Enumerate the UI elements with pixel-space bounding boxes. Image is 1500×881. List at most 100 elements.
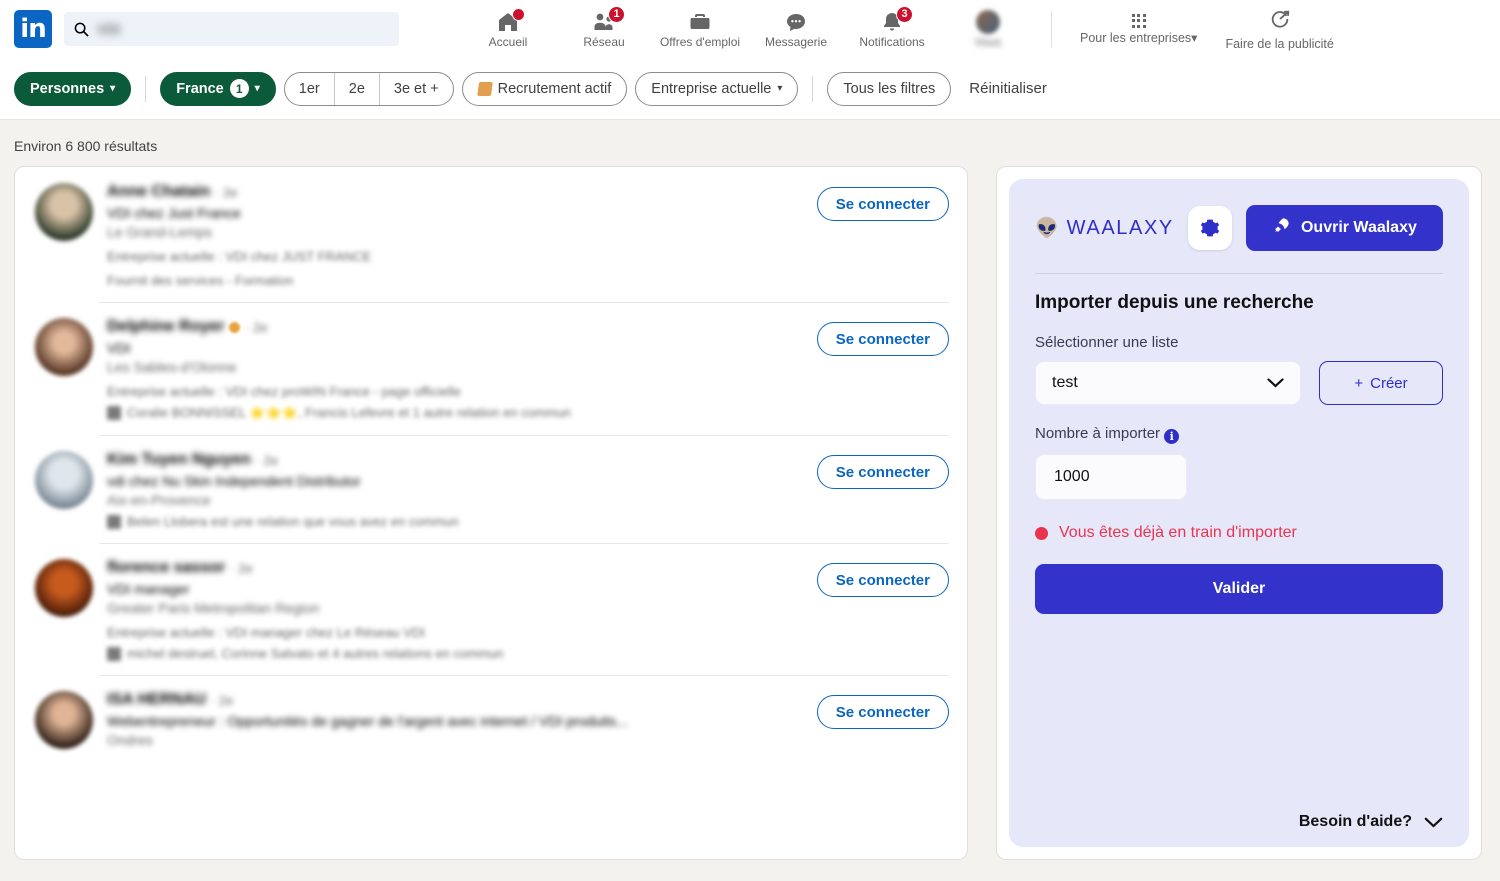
result-title: VDI [107, 340, 131, 356]
result-extra: Fournit des services - Formation [107, 273, 294, 288]
connect-button[interactable]: Se connecter [816, 695, 949, 729]
chevron-down-icon [1267, 378, 1284, 388]
nav-label-notifications: Notifications [859, 34, 925, 49]
result-location: Aix-en-Provence [107, 492, 211, 508]
result-title: vdi chez Nu Skin Independent Distributor [107, 473, 361, 489]
advertise-label: Faire de la publicité [1225, 36, 1334, 51]
avatar[interactable] [35, 451, 93, 509]
result-name[interactable]: Anne Chatain [107, 183, 210, 201]
create-list-label: Créer [1370, 374, 1408, 392]
chevron-down-icon: ▾ [110, 82, 116, 94]
filter-france[interactable]: France 1 ▾ [160, 71, 276, 106]
waalaxy-separator [1035, 273, 1443, 274]
filter-degree-3e[interactable]: 3e et + [380, 73, 453, 105]
alien-icon: 👽 [1035, 217, 1059, 239]
nav-item-offres-emploi[interactable]: Offres d'emploi [653, 3, 747, 55]
connect-button[interactable]: Se connecter [816, 563, 949, 597]
result-title: VDI manager [107, 581, 190, 597]
result-location: Greater Paris Metropolitan Region [107, 600, 320, 616]
result-mutual-connections: Belen Llobera est une relation que vous … [107, 514, 803, 529]
validate-button[interactable]: Valider [1035, 564, 1443, 614]
create-list-button[interactable]: + Créer [1319, 361, 1443, 405]
search-results-list: Anne Chatain · 2e VDI chez Just France L… [14, 166, 968, 860]
filter-entreprise-actuelle[interactable]: Entreprise actuelle ▾ [635, 71, 799, 106]
result-current-company: Entreprise actuelle : VDI manager chez L… [107, 625, 425, 640]
nav-divider [1051, 11, 1052, 47]
import-count-text: Nombre à importer [1035, 425, 1161, 442]
result-name-line: Kim Tuyen Nguyen · 2e [107, 451, 803, 469]
filter-bar: Personnes ▾ France 1 ▾ 1er 2e 3e et + Re… [0, 58, 1500, 120]
nav-label-reseau: Réseau [583, 34, 625, 49]
filter-entreprise-label: Entreprise actuelle [651, 80, 772, 97]
filter-recrutement-actif[interactable]: Recrutement actif [461, 71, 628, 106]
list-select[interactable]: test [1035, 361, 1301, 405]
chevron-down-icon: ▾ [777, 82, 783, 94]
nav-item-notifications[interactable]: 3 Notifications [845, 3, 939, 55]
banner-icon [477, 82, 493, 96]
linkedin-logo[interactable]: in [14, 10, 52, 48]
nav-label-accueil: Accueil [488, 34, 528, 49]
result-name[interactable]: florence sassor [107, 559, 225, 577]
filter-tous-les-filtres[interactable]: Tous les filtres [827, 71, 952, 106]
result-item[interactable]: florence sassor · 2e VDI manager Greater… [15, 543, 967, 675]
search-input[interactable]: VDI [64, 12, 399, 46]
result-name[interactable]: Kim Tuyen Nguyen [107, 451, 251, 469]
list-selector-row: test + Créer [1035, 361, 1443, 405]
import-status-warning: Vous êtes déjà en train d'importer [1035, 524, 1443, 542]
nav-badge-reseau: 1 [608, 5, 625, 23]
results-count: Environ 6 800 résultats [14, 138, 158, 154]
result-title: Webentrepreneur : Opportunités de gagner… [107, 713, 628, 729]
result-name[interactable]: Delphine Royer [107, 318, 224, 336]
import-count-input[interactable]: 1000 [1035, 454, 1187, 500]
connect-button[interactable]: Se connecter [816, 322, 949, 356]
result-current-company: Entreprise actuelle : VDI chez JUST FRAN… [107, 249, 372, 264]
info-icon[interactable]: i [1164, 429, 1180, 444]
help-toggle[interactable]: Besoin d'aide? [1299, 813, 1443, 831]
nav-item-faire-de-la-publicite[interactable]: Faire de la publicité [1213, 3, 1345, 55]
import-count-value: 1000 [1054, 468, 1090, 485]
connect-button[interactable]: Se connecter [816, 455, 949, 489]
grid-icon [1131, 13, 1146, 28]
result-mutual-text: Belen Llobera est une relation que vous … [127, 514, 459, 529]
result-name-line: ISA HERNAU · 2e [107, 691, 803, 709]
result-name[interactable]: ISA HERNAU [107, 691, 206, 709]
result-degree: · 2e [245, 319, 268, 335]
nav-item-messagerie[interactable]: Messagerie [749, 3, 843, 55]
nav-item-accueil[interactable]: Accueil [461, 3, 555, 55]
settings-button[interactable] [1187, 206, 1232, 250]
nav-label-offres-emploi: Offres d'emploi [659, 34, 741, 49]
waalaxy-logo: 👽 WAALAXY [1035, 217, 1174, 240]
secondary-nav: Pour les entreprises▾ Faire de la public… [1068, 3, 1346, 55]
avatar[interactable] [35, 183, 93, 241]
avatar[interactable] [35, 559, 93, 617]
people-icon [107, 646, 121, 661]
result-body: Delphine Royer · 2e VDI Les Sables-d'Olo… [107, 318, 803, 421]
result-name-line: Delphine Royer · 2e [107, 318, 803, 336]
waalaxy-panel: 👽 WAALAXY Ouvrir Waalaxy Importer depuis… [1009, 179, 1469, 847]
filter-reinitialiser[interactable]: Réinitialiser [959, 80, 1057, 97]
business-text: Pour les entreprises [1080, 30, 1192, 45]
result-item[interactable]: Anne Chatain · 2e VDI chez Just France L… [15, 167, 967, 302]
filter-degree-2e[interactable]: 2e [335, 72, 380, 105]
connect-button[interactable]: Se connecter [816, 187, 949, 221]
nav-item-reseau[interactable]: 1 Réseau [557, 3, 651, 55]
result-body: Anne Chatain · 2e VDI chez Just France L… [107, 183, 803, 288]
result-name-line: Anne Chatain · 2e [107, 183, 803, 201]
avatar[interactable] [35, 318, 93, 376]
avatar [976, 9, 1000, 34]
avatar[interactable] [35, 691, 93, 749]
result-item[interactable]: Delphine Royer · 2e VDI Les Sables-d'Olo… [15, 302, 967, 435]
nav-item-profile[interactable]: Vous [941, 3, 1035, 55]
result-title: VDI chez Just France [107, 205, 241, 221]
filter-personnes[interactable]: Personnes ▾ [14, 71, 132, 106]
filter-degree-1er[interactable]: 1er [285, 72, 335, 105]
result-item[interactable]: Kim Tuyen Nguyen · 2e vdi chez Nu Skin I… [15, 435, 967, 543]
result-degree: · 2e [230, 560, 253, 576]
result-current-company: Entreprise actuelle : VDI chez proWIN Fr… [107, 384, 461, 399]
result-location: Le Grand-Lemps [107, 224, 213, 240]
result-item[interactable]: ISA HERNAU · 2e Webentrepreneur : Opport… [15, 675, 967, 763]
nav-label-messagerie: Messagerie [764, 34, 828, 49]
waalaxy-brand-name: WAALAXY [1066, 216, 1174, 239]
open-waalaxy-button[interactable]: Ouvrir Waalaxy [1245, 205, 1443, 251]
nav-item-pour-les-entreprises[interactable]: Pour les entreprises▾ [1068, 3, 1209, 55]
